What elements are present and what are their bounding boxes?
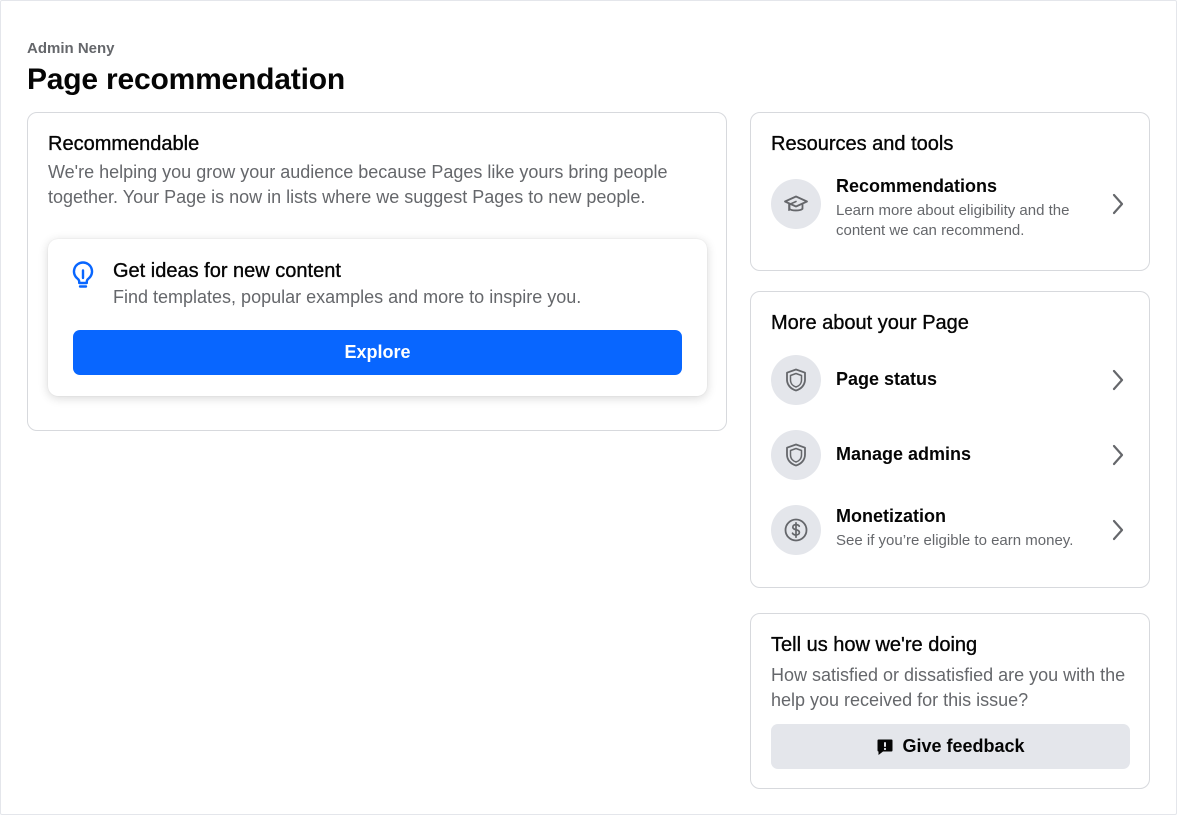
content-ideas-title: Get ideas for new content xyxy=(113,260,341,282)
chevron-right-icon xyxy=(1112,193,1124,215)
recommendable-description: We're helping you grow your audience bec… xyxy=(48,162,668,207)
more-item-subtitle: See if you’re eligible to earn money. xyxy=(836,532,1074,549)
lightbulb-icon xyxy=(72,261,94,288)
recommendable-card: Recommendable We're helping you grow you… xyxy=(27,112,727,431)
give-feedback-label: Give feedback xyxy=(902,736,1025,756)
page-title: Page recommendation xyxy=(27,63,345,96)
feedback-title: Tell us how we're doing xyxy=(771,634,978,656)
resources-title: Resources and tools xyxy=(771,133,954,155)
chevron-right-icon xyxy=(1112,369,1124,391)
chevron-right-icon xyxy=(1112,444,1124,466)
resources-item-recommendations[interactable]: Recommendations Learn more about eligibi… xyxy=(771,176,1131,239)
shield-icon xyxy=(786,368,806,392)
resources-card: Resources and tools Recommendations Lear… xyxy=(750,112,1150,271)
feedback-card: Tell us how we're doing How satisfied or… xyxy=(750,613,1150,789)
chevron-right-icon xyxy=(1112,519,1124,541)
give-feedback-button[interactable]: Give feedback xyxy=(771,724,1130,769)
page-owner-name: Admin Neny xyxy=(27,40,115,57)
shield-icon xyxy=(786,443,806,467)
more-item-title: Monetization xyxy=(836,506,946,526)
resources-item-title: Recommendations xyxy=(836,176,998,196)
more-about-title: More about your Page xyxy=(771,312,969,334)
recommendable-title: Recommendable xyxy=(48,133,200,155)
more-item-manage-admins[interactable]: Manage admins xyxy=(771,427,1131,483)
more-about-page-card: More about your Page Page status Manage … xyxy=(750,291,1150,588)
more-item-page-status[interactable]: Page status xyxy=(771,352,1131,408)
more-item-title: Page status xyxy=(836,369,938,389)
more-item-title: Manage admins xyxy=(836,444,972,464)
content-ideas-subtitle: Find templates, popular examples and mor… xyxy=(113,287,582,307)
explore-button[interactable]: Explore xyxy=(73,330,682,375)
content-ideas-card: Get ideas for new content Find templates… xyxy=(48,239,707,396)
feedback-description: How satisfied or dissatisfied are you wi… xyxy=(771,665,1126,710)
feedback-icon xyxy=(877,739,893,755)
more-item-monetization[interactable]: Monetization See if you’re eligible to e… xyxy=(771,502,1131,558)
graduation-cap-icon xyxy=(784,195,808,212)
dollar-circle-icon xyxy=(784,518,808,542)
resources-item-subtitle: Learn more about eligibility and the con… xyxy=(836,202,1070,239)
